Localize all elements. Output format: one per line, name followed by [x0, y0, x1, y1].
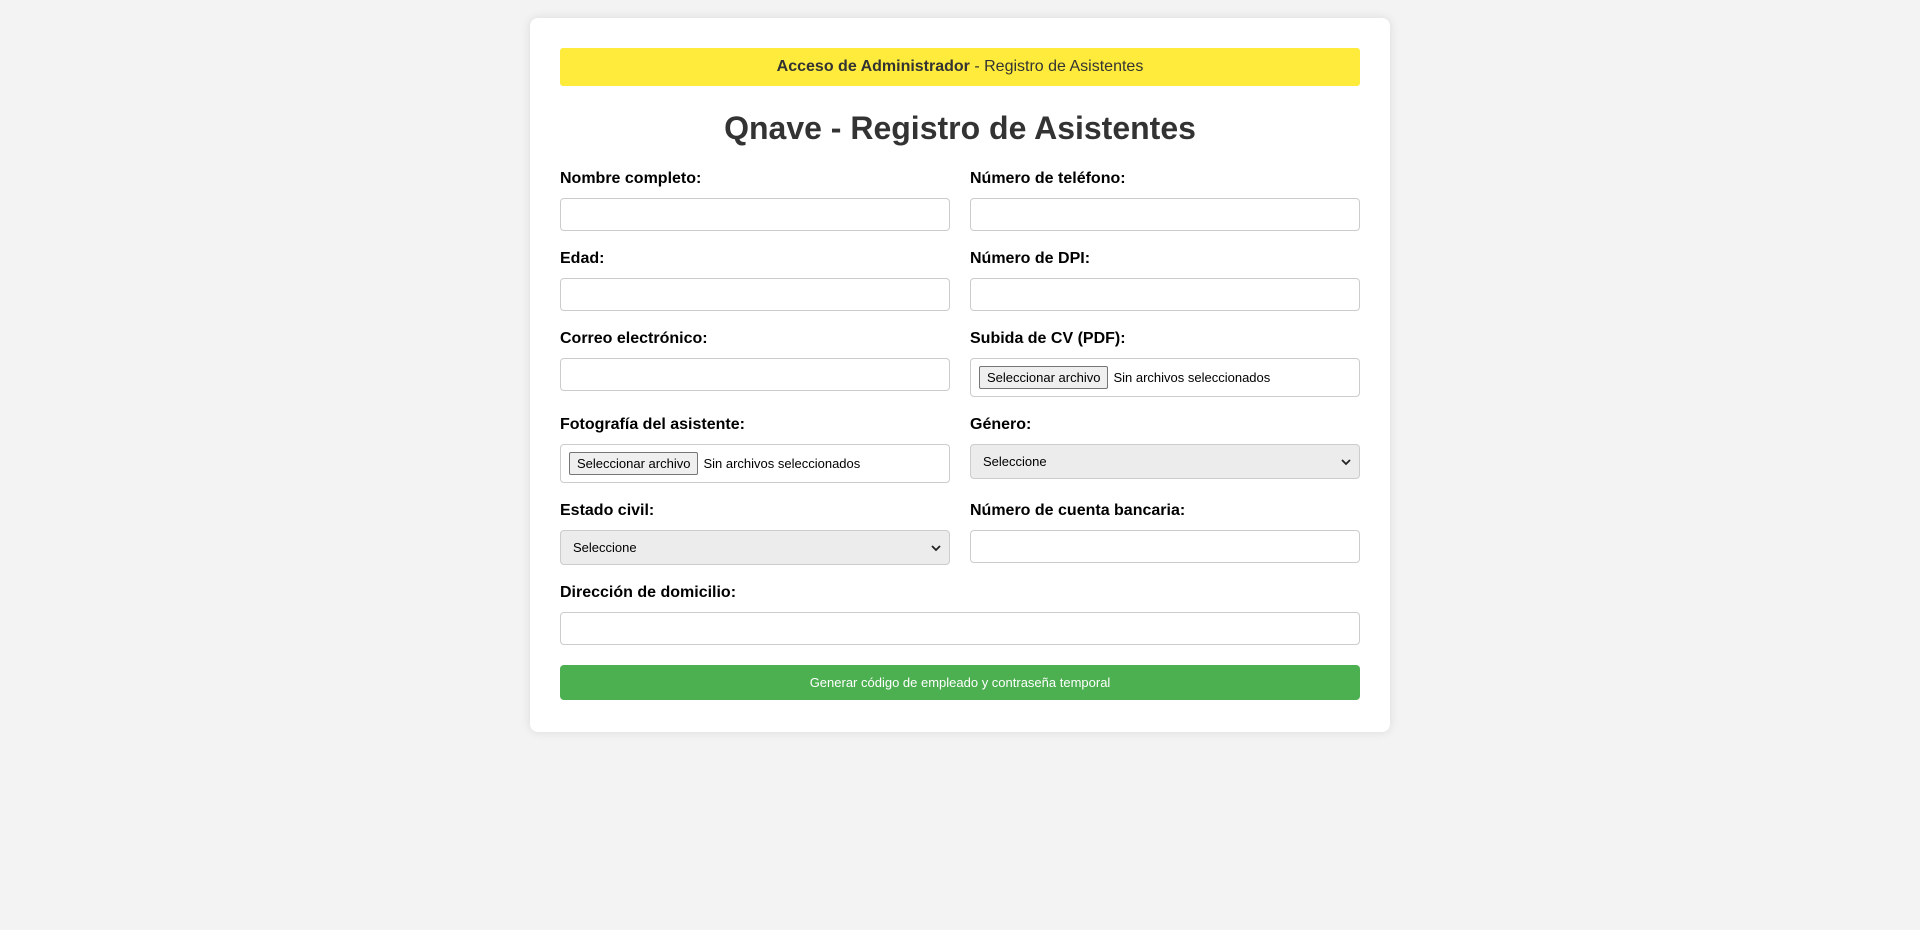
full-name-field: Nombre completo:	[560, 170, 950, 231]
dpi-input[interactable]	[970, 278, 1360, 311]
page-title: Qnave - Registro de Asistentes	[724, 110, 1196, 146]
cv-file-status: Sin archivos seleccionados	[1113, 370, 1271, 385]
admin-banner: Acceso de Administrador - Registro de As…	[560, 48, 1360, 86]
age-input[interactable]	[560, 278, 950, 311]
marital-status-field: Estado civil: Seleccione	[560, 502, 950, 565]
phone-input[interactable]	[970, 198, 1360, 231]
age-label: Edad:	[560, 250, 605, 267]
registration-card: Acceso de Administrador - Registro de As…	[530, 18, 1390, 732]
full-name-label: Nombre completo:	[560, 170, 702, 187]
address-label: Dirección de domicilio:	[560, 584, 737, 601]
email-input[interactable]	[560, 358, 950, 391]
photo-label: Fotografía del asistente:	[560, 416, 745, 433]
bank-account-label: Número de cuenta bancaria:	[970, 502, 1186, 519]
admin-banner-bold: Acceso de Administrador	[776, 58, 970, 75]
cv-upload-field: Subida de CV (PDF): Seleccionar archivo …	[970, 330, 1360, 397]
chevron-down-icon	[1341, 455, 1351, 469]
photo-field: Fotografía del asistente: Seleccionar ar…	[560, 416, 950, 483]
marital-status-selected-value: Seleccione	[573, 540, 637, 555]
address-field: Dirección de domicilio:	[560, 584, 1360, 645]
marital-status-label: Estado civil:	[560, 502, 655, 519]
admin-banner-rest: - Registro de Asistentes	[969, 58, 1144, 75]
photo-file-input[interactable]: Seleccionar archivo Sin archivos selecci…	[560, 444, 950, 483]
email-label: Correo electrónico:	[560, 330, 708, 347]
generate-code-button[interactable]: Generar código de empleado y contraseña …	[560, 665, 1360, 700]
cv-select-file-button[interactable]: Seleccionar archivo	[979, 366, 1109, 389]
bank-account-field: Número de cuenta bancaria:	[970, 502, 1360, 565]
dpi-label: Número de DPI:	[970, 250, 1091, 267]
gender-select[interactable]: Seleccione	[970, 444, 1360, 479]
photo-file-status: Sin archivos seleccionados	[703, 456, 861, 471]
gender-selected-value: Seleccione	[983, 454, 1047, 469]
phone-label: Número de teléfono:	[970, 170, 1126, 187]
age-field: Edad:	[560, 250, 950, 311]
bank-account-input[interactable]	[970, 530, 1360, 563]
registration-form: Nombre completo: Número de teléfono: Eda…	[560, 170, 1360, 664]
gender-label: Género:	[970, 416, 1032, 433]
gender-field: Género: Seleccione	[970, 416, 1360, 483]
address-input[interactable]	[560, 612, 1360, 645]
dpi-field: Número de DPI:	[970, 250, 1360, 311]
full-name-input[interactable]	[560, 198, 950, 231]
photo-select-file-button[interactable]: Seleccionar archivo	[569, 452, 699, 475]
chevron-down-icon	[931, 541, 941, 555]
email-field: Correo electrónico:	[560, 330, 950, 397]
marital-status-select[interactable]: Seleccione	[560, 530, 950, 565]
cv-file-input[interactable]: Seleccionar archivo Sin archivos selecci…	[970, 358, 1360, 397]
phone-field: Número de teléfono:	[970, 170, 1360, 231]
cv-upload-label: Subida de CV (PDF):	[970, 330, 1126, 347]
